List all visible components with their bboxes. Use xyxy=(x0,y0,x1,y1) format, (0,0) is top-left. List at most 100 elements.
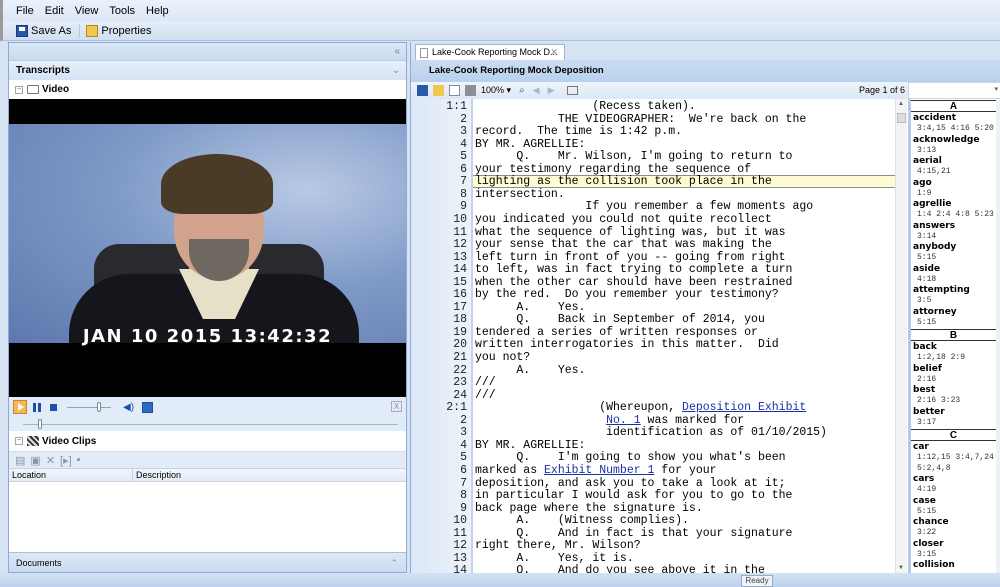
index-references[interactable]: 1:4 2:4 4:8 5:23 xyxy=(911,210,996,221)
video-node[interactable]: − Video xyxy=(9,80,406,99)
transcript-view[interactable]: 1:1 (Recess taken). 2 THE VIDEOGRAPHER: W… xyxy=(411,99,895,573)
folder-icon[interactable] xyxy=(566,86,578,95)
index-references[interactable]: 3:13 xyxy=(911,146,996,157)
index-references[interactable]: 1:2,18 2:9 xyxy=(911,353,996,364)
properties-icon[interactable] xyxy=(433,85,444,96)
index-references[interactable]: 3:14 xyxy=(911,232,996,243)
video-clips-node[interactable]: − Video Clips xyxy=(9,431,406,451)
transcript-scrollbar[interactable]: ▲ ▼ xyxy=(895,99,907,573)
popout-icon[interactable] xyxy=(142,401,154,413)
index-references[interactable]: 2:16 3:23 xyxy=(911,396,996,407)
menu-edit[interactable]: Edit xyxy=(45,5,64,17)
index-word[interactable]: chance xyxy=(911,517,996,528)
scroll-up-icon[interactable]: ▲ xyxy=(898,101,904,107)
transcripts-header[interactable]: Transcripts ⌄ xyxy=(9,60,406,80)
index-word[interactable]: case xyxy=(911,496,996,507)
close-tab-icon[interactable]: ✕ xyxy=(550,45,558,60)
documents-header[interactable]: Documents ⌃ xyxy=(9,552,406,572)
index-references[interactable]: 5:15 xyxy=(911,318,996,329)
index-references[interactable]: 4:18 xyxy=(911,275,996,286)
menu-help[interactable]: Help xyxy=(146,5,169,17)
zoom-dropdown[interactable]: 100% ▾ xyxy=(481,85,511,96)
next-icon[interactable]: ▶ xyxy=(548,85,555,96)
index-word[interactable]: anybody xyxy=(911,242,996,253)
index-references[interactable]: 3:4,15 4:16 5:20 xyxy=(911,124,996,135)
index-scrollbar[interactable] xyxy=(996,99,1000,573)
index-references[interactable]: 5:2,4,8 xyxy=(911,464,996,475)
seek-track[interactable] xyxy=(23,424,398,425)
print-icon[interactable] xyxy=(465,85,476,96)
index-word[interactable]: back xyxy=(911,342,996,353)
exhibit-link[interactable]: No. 1 xyxy=(606,414,641,427)
index-word[interactable]: car xyxy=(911,442,996,453)
index-references[interactable]: 1:9 xyxy=(911,189,996,200)
play-clip-icon[interactable]: [▸] xyxy=(60,454,72,467)
index-filter-dropdown[interactable]: ▾ xyxy=(908,82,1000,99)
index-word[interactable]: accident xyxy=(911,113,996,124)
clip-properties-icon[interactable]: ▣ xyxy=(30,454,40,467)
delete-icon[interactable]: ✕ xyxy=(46,454,55,467)
menu-file[interactable]: File xyxy=(16,5,34,17)
index-word[interactable]: best xyxy=(911,385,996,396)
index-word[interactable]: aside xyxy=(911,264,996,275)
index-references[interactable]: 5:15 xyxy=(911,507,996,518)
tab-label: Lake-Cook Reporting Mock D... xyxy=(432,47,558,57)
index-references[interactable]: 3:22 xyxy=(911,528,996,539)
index-word[interactable]: better xyxy=(911,407,996,418)
index-references[interactable]: 4:15,21 xyxy=(911,167,996,178)
index-word[interactable]: attorney xyxy=(911,307,996,318)
index-references[interactable]: 2:16 xyxy=(911,375,996,386)
index-word[interactable]: aerial xyxy=(911,156,996,167)
menu-view[interactable]: View xyxy=(75,5,99,17)
collapse-left-icon[interactable]: « xyxy=(394,46,400,57)
index-word[interactable]: cars xyxy=(911,474,996,485)
index-word[interactable]: acknowledge xyxy=(911,135,996,146)
search-icon[interactable]: ⌕ xyxy=(519,85,525,96)
seek-handle[interactable] xyxy=(38,419,42,429)
index-references[interactable]: 3:17 xyxy=(911,418,996,429)
index-word[interactable]: answers xyxy=(911,221,996,232)
play-button[interactable] xyxy=(13,400,27,414)
video-person-hair xyxy=(161,154,273,214)
new-clip-icon[interactable]: ▤ xyxy=(15,454,25,467)
index-word[interactable]: ago xyxy=(911,178,996,189)
properties-button[interactable]: Properties xyxy=(86,24,152,37)
collapse-node-icon[interactable]: − xyxy=(15,85,23,94)
save-as-button[interactable]: Save As xyxy=(16,24,71,37)
collapse-node-icon[interactable]: − xyxy=(15,437,23,445)
chevron-up-icon[interactable]: ⌃ xyxy=(390,553,398,572)
seek-bar[interactable] xyxy=(9,417,406,431)
index-word[interactable]: belief xyxy=(911,364,996,375)
line-text-content: right there, Mr. Wilson? xyxy=(475,539,641,553)
volume-slider-handle[interactable] xyxy=(96,401,101,412)
close-player-button[interactable]: X xyxy=(391,401,402,412)
print-preview-icon[interactable] xyxy=(449,85,460,96)
exhibit-link[interactable]: Deposition Exhibit xyxy=(682,401,806,414)
chevron-down-icon[interactable]: ⌄ xyxy=(392,61,400,80)
column-location[interactable]: Location xyxy=(9,469,133,481)
speaker-icon[interactable]: ◀) xyxy=(123,402,134,413)
column-description[interactable]: Description xyxy=(133,469,181,481)
pause-button[interactable] xyxy=(33,402,41,412)
index-word[interactable]: attempting xyxy=(911,285,996,296)
index-references[interactable]: 4:19 xyxy=(911,485,996,496)
video-player[interactable]: JAN 10 2015 13:42:32 xyxy=(9,99,406,397)
previous-icon[interactable]: ◀ xyxy=(533,85,540,96)
index-references[interactable]: 5:15 xyxy=(911,253,996,264)
menu-tools[interactable]: Tools xyxy=(109,5,135,17)
save-icon[interactable] xyxy=(417,85,428,96)
volume-slider[interactable] xyxy=(67,401,111,412)
save-icon[interactable]: ▪ xyxy=(77,454,81,466)
scrollbar-thumb[interactable] xyxy=(897,113,906,123)
index-word[interactable]: closer xyxy=(911,539,996,550)
exhibit-link[interactable]: Exhibit Number 1 xyxy=(544,464,654,477)
index-word[interactable]: agrellie xyxy=(911,199,996,210)
index-references[interactable]: 3:15 xyxy=(911,550,996,561)
transcript-line[interactable]: 14 Q. And do you see above it in the xyxy=(411,565,895,573)
index-word[interactable]: collision xyxy=(911,560,996,571)
tab-document[interactable]: Lake-Cook Reporting Mock D... ✕ xyxy=(415,44,565,60)
stop-button[interactable] xyxy=(50,403,57,411)
scroll-down-icon[interactable]: ▼ xyxy=(898,565,904,571)
index-references[interactable]: 3:5 xyxy=(911,296,996,307)
index-references[interactable]: 1:12,15 3:4,7,24 xyxy=(911,453,996,464)
